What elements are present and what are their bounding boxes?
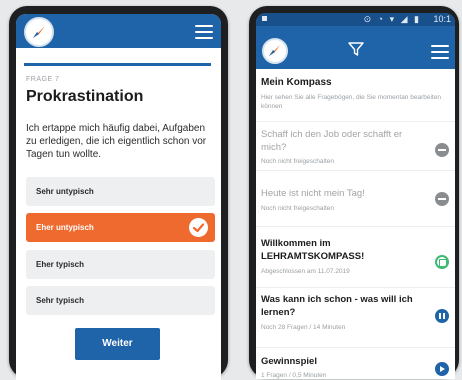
status-time: 10:1	[433, 14, 451, 24]
right-phone: ⊙ ◔ ▾ ◢ ▮ 10:1 Mein Kompass Hier sehen S…	[249, 6, 459, 379]
progress-fill	[24, 63, 211, 66]
divider	[256, 287, 455, 288]
question-screen: FRAGE 7 Prokrastination Ich ertappe mich…	[16, 14, 221, 380]
option-label: Sehr untypisch	[36, 187, 94, 196]
divider	[256, 347, 455, 348]
question-text: Ich ertappe mich häufig dabei, Aufgaben …	[26, 123, 207, 160]
questionnaire-list-screen: ⊙ ◔ ▾ ◢ ▮ 10:1 Mein Kompass Hier sehen S…	[256, 13, 455, 379]
option-label: Sehr typisch	[36, 296, 85, 305]
pause-icon[interactable]	[435, 309, 449, 323]
completed-icon	[435, 255, 449, 269]
app-bar	[16, 14, 221, 48]
compass-logo-icon[interactable]	[24, 17, 54, 47]
item-title: Was kann ich schon - was will ich lernen…	[261, 294, 413, 318]
status-bar: ⊙ ◔ ▾ ◢ ▮ 10:1	[256, 13, 455, 26]
lock-icon	[435, 192, 449, 206]
option-sehr-untypisch[interactable]: Sehr untypisch	[26, 177, 215, 206]
question-number: FRAGE 7	[26, 76, 60, 83]
divider	[256, 226, 455, 227]
item-title: Gewinnspiel	[261, 356, 317, 367]
notification-icon	[262, 16, 267, 21]
option-eher-untypisch[interactable]: Eher untypisch	[26, 213, 215, 242]
list-title: Mein Kompass	[261, 77, 332, 88]
item-title: Heute ist nicht mein Tag!	[261, 188, 365, 199]
compass-logo-icon[interactable]	[262, 38, 288, 64]
item-status: Noch nicht freigeschalten	[261, 158, 334, 165]
divider	[256, 121, 455, 122]
option-eher-typisch[interactable]: Eher typisch	[26, 250, 215, 279]
filter-icon[interactable]	[348, 41, 364, 57]
lock-icon	[435, 143, 449, 157]
option-sehr-typisch[interactable]: Sehr typisch	[26, 286, 215, 315]
hamburger-menu-icon[interactable]	[431, 45, 449, 59]
hamburger-menu-icon[interactable]	[195, 25, 213, 39]
play-icon[interactable]	[435, 362, 449, 376]
item-status: Noch 28 Fragen / 14 Minuten	[261, 324, 346, 331]
item-status: Abgeschlossen am 11.07.2019	[261, 268, 350, 275]
option-label: Eher typisch	[36, 260, 85, 269]
progress-bar	[24, 63, 211, 66]
system-icons: ⊙ ◔ ▾ ◢ ▮	[363, 14, 421, 24]
app-bar: ⊙ ◔ ▾ ◢ ▮ 10:1	[256, 13, 455, 69]
item-title: Willkommen im LEHRAMTSKOMPASS!	[261, 238, 365, 262]
option-label: Eher untypisch	[36, 223, 94, 232]
divider	[256, 170, 455, 171]
item-status: Noch nicht freigeschalten	[261, 205, 334, 212]
list-description: Hier sehen Sie alle Fragebögen, die Sie …	[261, 94, 441, 110]
page-title: Prokrastination	[26, 88, 144, 105]
next-button[interactable]: Weiter	[75, 328, 160, 360]
check-icon	[189, 218, 208, 237]
left-phone: FRAGE 7 Prokrastination Ich ertappe mich…	[9, 6, 228, 380]
item-title: Schaff ich den Job oder schafft er mich?	[261, 129, 403, 153]
